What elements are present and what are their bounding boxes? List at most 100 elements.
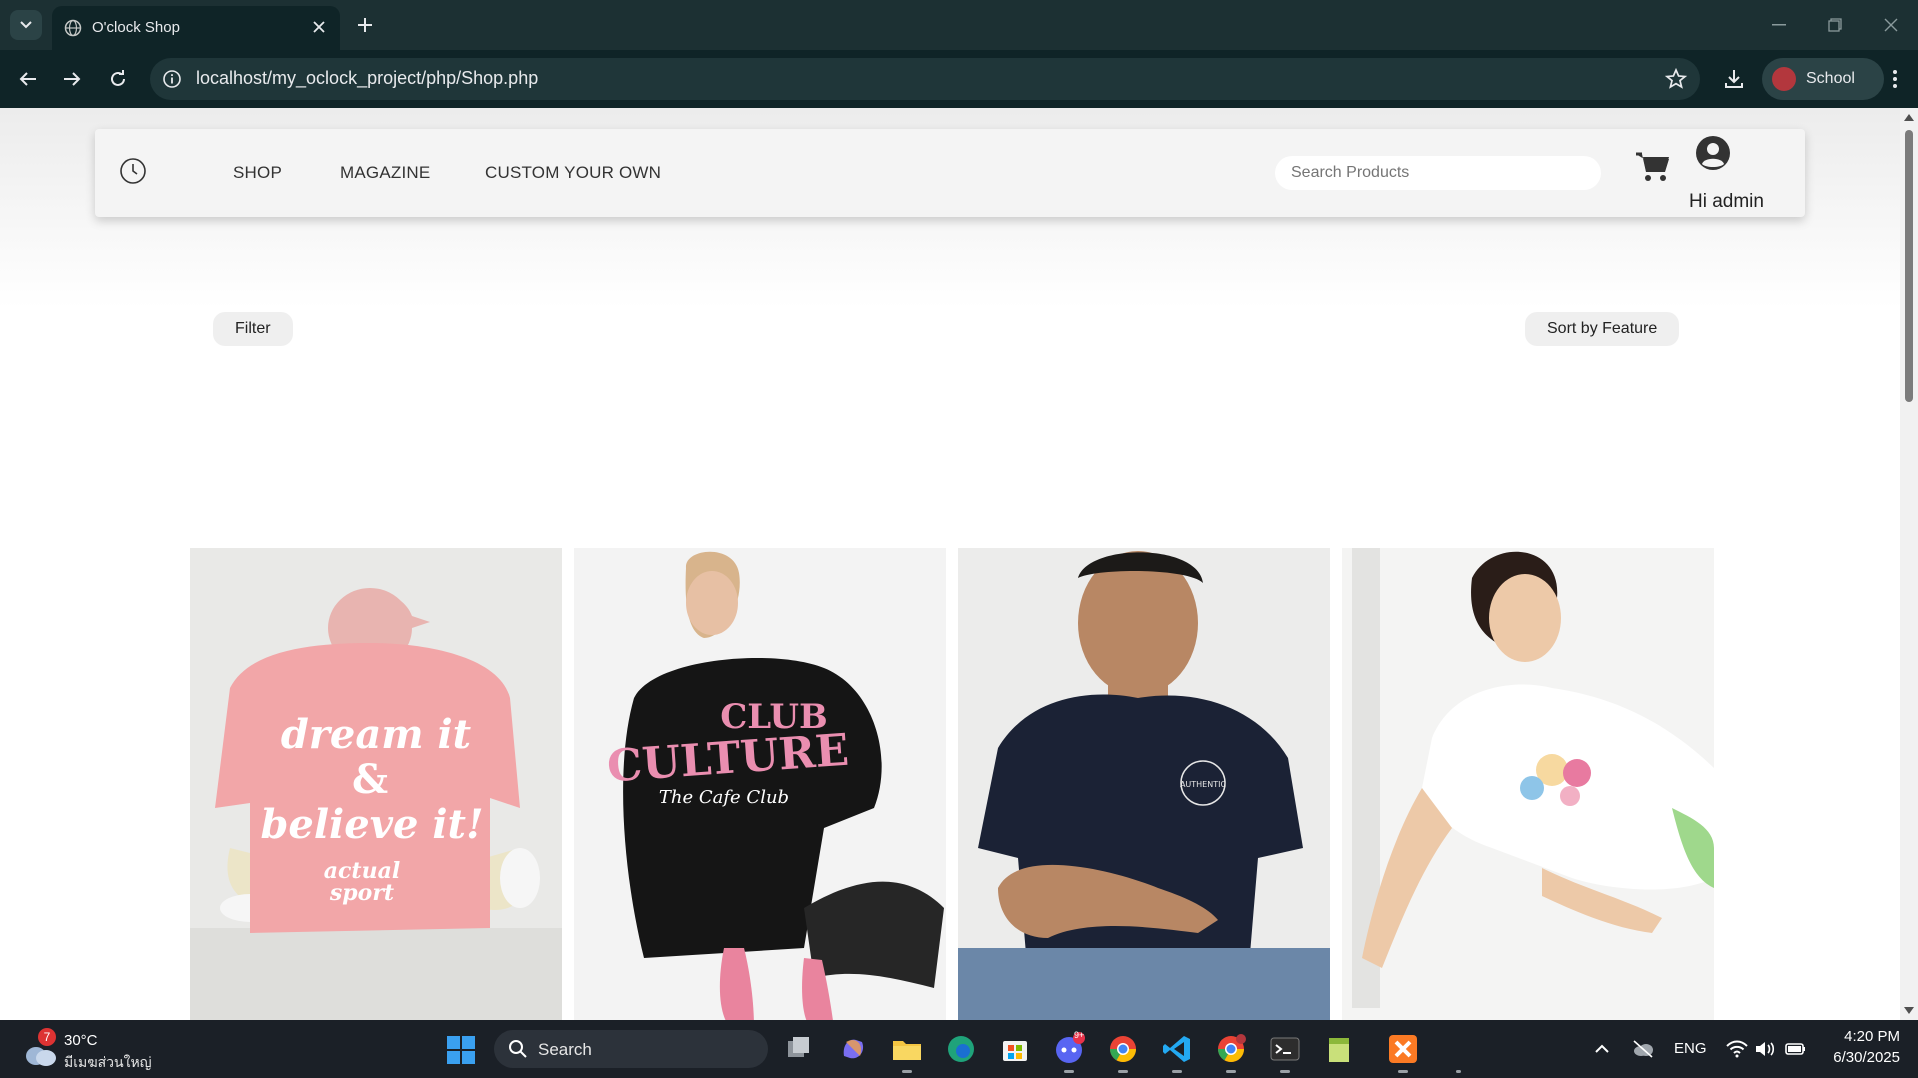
taskbar-search[interactable]: Search <box>494 1030 768 1068</box>
sort-button[interactable]: Sort by Feature <box>1525 312 1680 346</box>
nav-custom-your-own[interactable]: CUSTOM YOUR OWN <box>485 163 661 183</box>
running-indicator <box>1398 1070 1408 1073</box>
product-card[interactable]: CULTURE CLUB The Cafe Club <box>574 548 946 1020</box>
product-image[interactable] <box>1342 548 1714 1020</box>
address-bar[interactable]: localhost/my_oclock_project/php/Shop.php <box>150 58 1700 100</box>
avatar <box>1772 67 1796 91</box>
active-tab[interactable]: O'clock Shop <box>52 6 340 50</box>
file-explorer-icon[interactable] <box>890 1032 924 1066</box>
search-input[interactable] <box>1275 156 1601 190</box>
profile-label: School <box>1806 70 1855 87</box>
clock-logo-icon[interactable] <box>119 157 147 185</box>
running-indicator <box>1064 1070 1074 1073</box>
task-view-icon[interactable] <box>782 1032 816 1066</box>
weather-temp: 30°C <box>64 1032 98 1049</box>
arrow-left-icon <box>19 72 36 86</box>
plus-icon <box>358 18 372 32</box>
back-button[interactable] <box>12 63 44 95</box>
svg-text:The Cafe Club: The Cafe Club <box>659 787 789 808</box>
tab-title: O'clock Shop <box>92 19 180 36</box>
downloads-button[interactable] <box>1718 63 1750 95</box>
edge-icon[interactable] <box>944 1032 978 1066</box>
close-tab-button[interactable] <box>308 16 330 38</box>
tab-search-button[interactable] <box>10 10 42 40</box>
minimize-icon <box>1772 24 1786 26</box>
clock-date: 6/30/2025 <box>1833 1049 1900 1066</box>
restore-icon <box>1828 18 1842 32</box>
weather-badge: 7 <box>38 1028 56 1046</box>
user-account-icon[interactable] <box>1695 135 1731 171</box>
nav-shop[interactable]: SHOP <box>233 163 282 183</box>
product-card[interactable] <box>1342 548 1714 1020</box>
search-icon <box>509 1040 527 1058</box>
xampp-icon[interactable] <box>1386 1032 1420 1066</box>
reload-button[interactable] <box>102 63 134 95</box>
chevron-up-icon[interactable] <box>1594 1044 1610 1054</box>
weather-widget[interactable]: 7 30°C มีเมฆส่วนใหญ่ <box>20 1028 170 1072</box>
vscode-icon[interactable] <box>1160 1032 1194 1066</box>
globe-icon <box>64 19 82 37</box>
info-icon[interactable] <box>162 69 182 89</box>
product-card[interactable]: dream it & believe it! actual sport <box>190 548 562 1020</box>
volume-icon[interactable] <box>1754 1040 1776 1058</box>
svg-text:believe it!: believe it! <box>260 801 483 848</box>
restore-button[interactable] <box>1822 12 1848 38</box>
bookmark-star-icon[interactable] <box>1664 67 1688 91</box>
scroll-down-arrow-icon[interactable] <box>1904 1007 1914 1014</box>
notepad-plus-icon[interactable] <box>1322 1032 1356 1066</box>
browser-tab-bar: O'clock Shop <box>0 0 1918 50</box>
url-text[interactable]: localhost/my_oclock_project/php/Shop.php <box>196 68 538 89</box>
input-language[interactable]: ENG <box>1674 1040 1707 1057</box>
svg-text:CLUB: CLUB <box>720 697 828 737</box>
wifi-icon[interactable] <box>1726 1040 1748 1058</box>
svg-text:AUTHENTIC: AUTHENTIC <box>1180 780 1227 789</box>
onedrive-offline-icon[interactable] <box>1632 1040 1654 1058</box>
close-icon <box>313 21 325 33</box>
nav-magazine[interactable]: MAGAZINE <box>340 163 430 183</box>
filter-button[interactable]: Filter <box>213 312 293 346</box>
terminal-icon[interactable] <box>1268 1032 1302 1066</box>
more-vertical-icon <box>1893 70 1897 88</box>
system-clock[interactable]: 4:20 PM 6/30/2025 <box>1826 1028 1900 1066</box>
chevron-down-icon <box>20 21 32 29</box>
product-card[interactable]: AUTHENTIC <box>958 548 1330 1020</box>
scrollbar-thumb[interactable] <box>1905 130 1913 402</box>
chrome-icon[interactable] <box>1106 1032 1140 1066</box>
profile-button[interactable]: School <box>1762 58 1884 100</box>
download-icon <box>1725 70 1743 88</box>
taskbar: 7 30°C มีเมฆส่วนใหญ่ Search 9+ ENG 4:20 … <box>0 1020 1918 1078</box>
product-image[interactable]: CULTURE CLUB The Cafe Club <box>574 548 946 1020</box>
new-tab-button[interactable] <box>352 12 378 38</box>
scroll-up-arrow-icon[interactable] <box>1904 114 1914 121</box>
chrome-profile-icon[interactable] <box>1214 1032 1248 1066</box>
running-indicator <box>1226 1070 1236 1073</box>
windows-start-icon[interactable] <box>446 1035 476 1065</box>
discord-badge: 9+ <box>1074 1030 1085 1040</box>
reload-icon <box>111 70 125 86</box>
minimize-button[interactable] <box>1766 12 1792 38</box>
copilot-icon[interactable] <box>836 1032 870 1066</box>
weather-condition: มีเมฆส่วนใหญ่ <box>64 1054 152 1070</box>
product-image[interactable]: dream it & believe it! actual sport <box>190 548 562 1020</box>
forward-button[interactable] <box>56 63 88 95</box>
cart-icon[interactable] <box>1635 151 1671 183</box>
user-greeting: Hi admin <box>1689 191 1764 212</box>
browser-menu-button[interactable] <box>1880 63 1910 95</box>
running-indicator <box>902 1070 912 1073</box>
site-header: SHOP MAGAZINE CUSTOM YOUR OWN Hi admin <box>95 129 1805 217</box>
running-indicator <box>1172 1070 1182 1073</box>
svg-text:dream it: dream it <box>281 711 472 758</box>
svg-text:&: & <box>352 756 388 803</box>
battery-icon[interactable] <box>1784 1040 1806 1058</box>
product-image[interactable]: AUTHENTIC <box>958 548 1330 1020</box>
browser-toolbar: localhost/my_oclock_project/php/Shop.php… <box>0 50 1918 108</box>
page-scrollbar[interactable] <box>1900 108 1918 1020</box>
microsoft-store-icon[interactable] <box>998 1032 1032 1066</box>
running-indicator <box>1456 1070 1461 1073</box>
close-window-button[interactable] <box>1878 12 1904 38</box>
clock-time: 4:20 PM <box>1844 1028 1900 1045</box>
product-grid: dream it & believe it! actual sport CULT… <box>190 548 1714 1020</box>
close-icon <box>1884 18 1898 32</box>
page-viewport: SHOP MAGAZINE CUSTOM YOUR OWN Hi admin F… <box>0 108 1900 1020</box>
running-indicator <box>1118 1070 1128 1073</box>
